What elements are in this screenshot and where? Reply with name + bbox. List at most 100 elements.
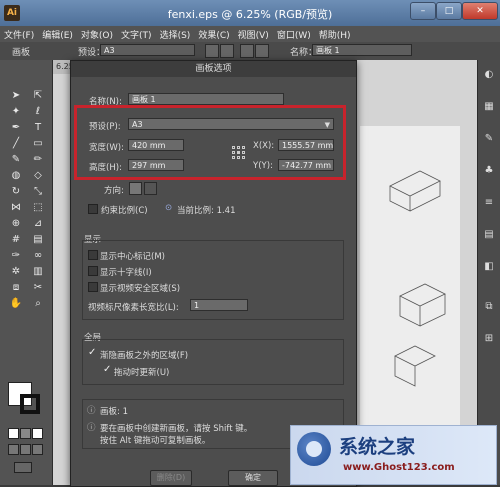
orientation-label: 方向: — [104, 186, 124, 196]
x-label: X(X): — [253, 141, 275, 151]
isometric-drawings — [389, 170, 446, 387]
menu-object[interactable]: 对象(O) — [77, 28, 117, 41]
reference-point-icon[interactable] — [232, 146, 246, 160]
menu-window[interactable]: 窗口(W) — [273, 28, 315, 41]
lasso-tool-icon[interactable]: ℓ — [28, 105, 48, 119]
rectangle-tool-icon[interactable]: ▭ — [28, 137, 48, 151]
show-center-checkbox[interactable] — [88, 250, 98, 260]
y-label: Y(Y): — [253, 161, 273, 171]
menu-view[interactable]: 视图(V) — [234, 28, 273, 41]
draw-inside-icon[interactable] — [32, 444, 43, 455]
ok-button[interactable]: 确定 — [228, 470, 278, 486]
blend-tool-icon[interactable]: ∞ — [28, 249, 48, 263]
hand-tool-icon[interactable]: ✋ — [6, 297, 26, 311]
slice-tool-icon[interactable]: ✂ — [28, 281, 48, 295]
landscape-icon[interactable] — [220, 44, 234, 58]
shape-builder-tool-icon[interactable]: ⊕ — [6, 217, 26, 231]
column-graph-tool-icon[interactable]: ▥ — [28, 265, 48, 279]
draw-normal-icon[interactable] — [8, 444, 19, 455]
eraser-tool-icon[interactable]: ◇ — [28, 169, 48, 183]
color-panel-icon[interactable]: ◐ — [482, 68, 496, 82]
artboard-tool-icon[interactable]: ⧈ — [6, 281, 26, 295]
width-tool-icon[interactable]: ⋈ — [6, 201, 26, 215]
info-icon: ⓘ — [87, 406, 96, 416]
fade-outside-check-icon[interactable]: ✓ — [88, 347, 96, 358]
magic-wand-tool-icon[interactable]: ✦ — [6, 105, 26, 119]
selection-tool-icon[interactable]: ➤ — [6, 89, 26, 103]
show-cross-checkbox[interactable] — [88, 266, 98, 276]
delete-button[interactable]: 删除(D) — [150, 470, 192, 486]
hint-line-1: 要在画板中创建新画板，请按 Shift 键。 — [100, 424, 253, 434]
close-button[interactable]: ✕ — [462, 2, 498, 20]
update-drag-check-icon[interactable]: ✓ — [103, 364, 111, 375]
minimize-button[interactable]: – — [410, 2, 436, 20]
free-transform-tool-icon[interactable]: ⬚ — [28, 201, 48, 215]
new-artboard-icon[interactable] — [240, 44, 254, 58]
blob-brush-tool-icon[interactable]: ◍ — [6, 169, 26, 183]
constrain-checkbox[interactable] — [88, 204, 98, 214]
color-mode-icon[interactable] — [8, 428, 19, 439]
gradient-panel-icon[interactable]: ▤ — [482, 228, 496, 242]
type-tool-icon[interactable]: T — [28, 121, 48, 135]
rotate-tool-icon[interactable]: ↻ — [6, 185, 26, 199]
zoom-tool-icon[interactable]: ⌕ — [28, 297, 48, 311]
stroke-swatch[interactable] — [20, 394, 40, 414]
mesh-tool-icon[interactable]: # — [6, 233, 26, 247]
artboard-mode-label: 画板 — [12, 48, 31, 58]
height-input[interactable]: 297 mm — [128, 159, 184, 171]
scale-tool-icon[interactable]: ⤡ — [28, 185, 48, 199]
preset-dropdown[interactable]: A3 ▼ — [128, 118, 334, 130]
screen-mode-icon[interactable] — [14, 462, 32, 473]
maximize-button[interactable]: □ — [436, 2, 462, 20]
menu-effect[interactable]: 效果(C) — [194, 28, 233, 41]
portrait-orientation-icon[interactable] — [129, 182, 142, 195]
delete-artboard-icon[interactable] — [255, 44, 269, 58]
control-bar: 画板 预设： A3 名称： 画板 1 — [0, 42, 500, 61]
constrain-label: 约束比例(C) — [101, 206, 148, 216]
x-input[interactable]: 1555.57 mm — [278, 139, 334, 151]
line-tool-icon[interactable]: ╱ — [6, 137, 26, 151]
artboard-name-input[interactable]: 画板 1 — [312, 44, 412, 56]
portrait-icon[interactable] — [205, 44, 219, 58]
pixel-ratio-input[interactable]: 1 — [190, 299, 248, 311]
show-safe-label: 显示视频安全区域(S) — [100, 284, 181, 294]
symbol-sprayer-tool-icon[interactable]: ✲ — [6, 265, 26, 279]
menu-help[interactable]: 帮助(H) — [315, 28, 355, 41]
gradient-mode-icon[interactable] — [20, 428, 31, 439]
brushes-panel-icon[interactable]: ✎ — [482, 132, 496, 146]
stroke-panel-icon[interactable]: ≡ — [482, 196, 496, 210]
artboards-panel-icon[interactable]: ⊞ — [482, 332, 496, 346]
y-input[interactable]: -742.77 mm — [278, 159, 334, 171]
menu-file[interactable]: 文件(F) — [0, 28, 38, 41]
preset-select[interactable]: A3 — [100, 44, 195, 56]
watermark: 系统之家 www.Ghost123.com — [290, 425, 497, 485]
landscape-orientation-icon[interactable] — [144, 182, 157, 195]
dialog-title: 画板选项 — [71, 61, 356, 77]
right-panel: ◐ ▦ ✎ ♣ ≡ ▤ ◧ ⧉ ⊞ — [477, 60, 500, 485]
artboard[interactable] — [360, 126, 460, 446]
menu-select[interactable]: 选择(S) — [156, 28, 195, 41]
show-safe-checkbox[interactable] — [88, 282, 98, 292]
paintbrush-tool-icon[interactable]: ✎ — [6, 153, 26, 167]
eyedropper-tool-icon[interactable]: ✑ — [6, 249, 26, 263]
pencil-tool-icon[interactable]: ✏ — [28, 153, 48, 167]
global-section — [82, 339, 344, 385]
menu-type[interactable]: 文字(T) — [117, 28, 156, 41]
none-mode-icon[interactable] — [32, 428, 43, 439]
artboard-name-field[interactable]: 画板 1 — [128, 93, 284, 105]
pen-tool-icon[interactable]: ✒ — [6, 121, 26, 135]
preset-dropdown-value: A3 — [132, 120, 143, 129]
gradient-tool-icon[interactable]: ▤ — [28, 233, 48, 247]
menu-edit[interactable]: 编辑(E) — [38, 28, 77, 41]
fade-outside-label: 渐隐画板之外的区域(F) — [100, 351, 189, 361]
draw-behind-icon[interactable] — [20, 444, 31, 455]
hint-icon: ⓘ — [87, 423, 96, 433]
perspective-grid-tool-icon[interactable]: ⊿ — [28, 217, 48, 231]
width-input[interactable]: 420 mm — [128, 139, 184, 151]
show-center-label: 显示中心标记(M) — [100, 252, 165, 262]
transparency-panel-icon[interactable]: ◧ — [482, 260, 496, 274]
swatches-panel-icon[interactable]: ▦ — [482, 100, 496, 114]
layers-panel-icon[interactable]: ⧉ — [482, 300, 496, 314]
direct-selection-tool-icon[interactable]: ⇱ — [28, 89, 48, 103]
symbols-panel-icon[interactable]: ♣ — [482, 164, 496, 178]
